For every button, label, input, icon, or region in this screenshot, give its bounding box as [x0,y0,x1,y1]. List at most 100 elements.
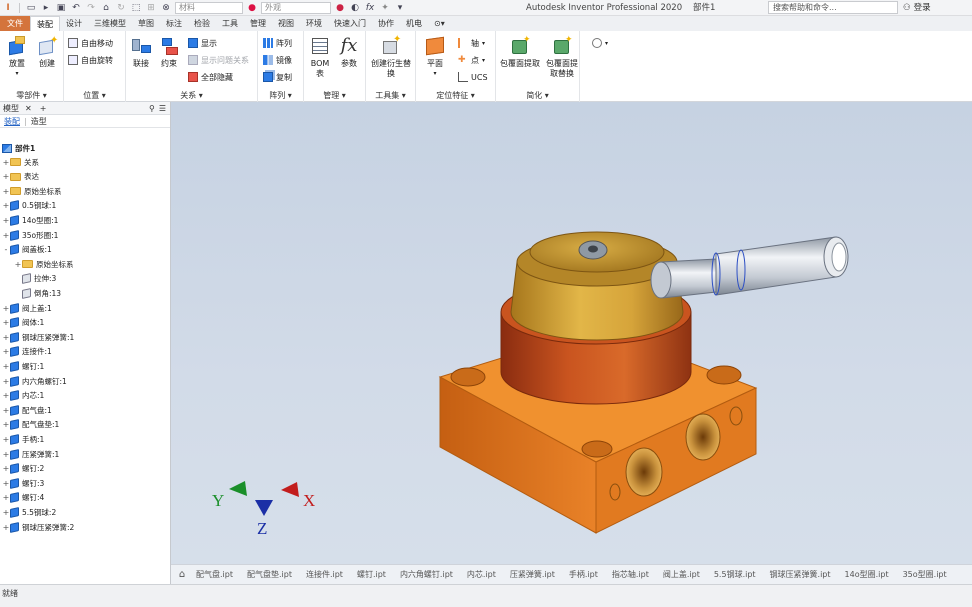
tab-3[interactable]: 三维模型 [88,16,132,31]
adjust-icon[interactable]: ◐ [349,2,361,14]
tree-item[interactable]: + 压紧弹簧:1 [2,447,59,461]
document-tab[interactable]: 5.5钢球.ipt [707,565,763,584]
expand-icon[interactable]: + [2,508,10,517]
point-button[interactable]: ✚ 点 ▾ [458,54,485,66]
tree-item[interactable]: + 螺钉:1 [2,359,44,373]
tree-item[interactable]: + 内六角螺钉:1 [2,374,67,388]
tree-item[interactable]: + 表达 [2,170,39,184]
expand-icon[interactable]: + [2,172,10,181]
expand-icon[interactable]: + [2,201,10,210]
measure-icon[interactable]: ⊞ [145,2,157,14]
tab-7[interactable]: 工具 [216,16,244,31]
expand-icon[interactable]: + [2,493,10,502]
expand-icon[interactable]: + [2,420,10,429]
extra-tool-button[interactable]: ▾ [592,37,608,49]
tree-item[interactable]: +5.5钢球:2 [2,505,56,519]
tab-overflow-icon[interactable]: ⊙▾ [428,16,451,31]
document-tab[interactable]: 螺钉.ipt [350,565,393,584]
tree-root[interactable]: 部件1 [2,141,35,155]
expand-icon[interactable]: + [2,450,10,459]
browser-close-icon[interactable]: ✕ [25,104,32,113]
tree-item[interactable]: + 阀上盖:1 [2,301,52,315]
document-tab[interactable]: 阀上盖.ipt [656,565,707,584]
new-file-icon[interactable]: ▭ [25,2,37,14]
tree-item[interactable]: + 螺钉:3 [2,476,44,490]
subtab-assembly[interactable]: 装配 [4,116,20,127]
tree-item[interactable]: +0.5钢球:1 [2,199,56,213]
document-tab[interactable]: 35o型圈.ipt [896,565,954,584]
document-tab[interactable]: 连接件.ipt [299,565,350,584]
tab-6[interactable]: 检验 [188,16,216,31]
expand-icon[interactable]: + [2,187,10,196]
expand-icon[interactable]: + [2,479,10,488]
tab-9[interactable]: 视图 [272,16,300,31]
ucs-button[interactable]: UCS [458,71,488,83]
open-file-icon[interactable]: ▸ [40,2,52,14]
expand-icon[interactable]: + [2,347,10,356]
parameters-button[interactable]: fx 参数 [336,35,362,69]
pattern-button[interactable]: 阵列 [263,37,292,49]
tree-item[interactable]: + 配气盘垫:1 [2,418,59,432]
tree-item[interactable]: + 钢球压紧弹簧:2 [2,520,74,534]
panel-work-features-label[interactable]: 定位特征 ▾ [416,90,495,101]
panel-position-label[interactable]: 位置 ▾ [64,90,125,101]
tree-item[interactable]: + 原始坐标系 [14,257,74,271]
tree-item[interactable]: +14o型圈:1 [2,213,58,227]
save-icon[interactable]: ▣ [55,2,67,14]
appearance-icon[interactable]: ● [246,2,258,14]
expand-icon[interactable]: + [2,231,10,240]
panel-relationships-label[interactable]: 关系 ▾ [126,90,257,101]
redo-icon[interactable]: ↷ [85,2,97,14]
copy-button[interactable]: 复制 [263,71,292,83]
tree-item[interactable]: + 内芯:1 [2,389,44,403]
tab-0[interactable]: 文件 [0,16,30,31]
ilogic-icon[interactable]: ✦ [379,2,391,14]
expand-icon[interactable]: + [2,158,10,167]
browser-menu-icon[interactable]: ☰ [159,104,166,113]
free-move-button[interactable]: 自由移动 [68,37,113,49]
document-tab[interactable]: 14o型圈.ipt [838,565,896,584]
material-combo[interactable]: 材料 [175,1,243,14]
select-icon[interactable]: ⬚ [130,2,142,14]
collapse-icon[interactable]: - [2,245,10,254]
help-search-input[interactable]: 搜索帮助和命令... [768,1,898,14]
document-tab[interactable]: 手柄.ipt [562,565,605,584]
subtab-modeling[interactable]: 造型 [31,116,47,127]
tree-item[interactable]: + 阀体:1 [2,316,44,330]
shrinkwrap-button[interactable]: ✦ 包覆面提取 [498,35,542,69]
pneumatic-valve-model[interactable] [438,231,849,534]
document-tab[interactable]: 配气盘.ipt [189,565,240,584]
expand-icon[interactable]: + [2,318,10,327]
document-tab[interactable]: 压紧弹簧.ipt [503,565,562,584]
plane-button[interactable]: 平面 ▾ [422,35,448,79]
appearance-combo[interactable]: 外观 [261,1,331,14]
fx-icon[interactable]: fx [364,2,376,14]
tab-13[interactable]: 机电 [400,16,428,31]
panel-productivity-label[interactable]: 工具集 ▾ [366,90,415,101]
graphics-viewport[interactable]: Y X Z [171,102,972,564]
bom-button[interactable]: BOM 表 [307,35,333,79]
update-icon[interactable]: ↻ [115,2,127,14]
tree-item[interactable]: + 螺钉:2 [2,462,44,476]
expand-icon[interactable]: + [14,260,22,269]
free-rotate-button[interactable]: 自由旋转 [68,54,113,66]
tab-11[interactable]: 快速入门 [328,16,372,31]
document-tab[interactable]: 内六角螺钉.ipt [393,565,460,584]
shrinkwrap-substitute-button[interactable]: ✦ 包覆面提取替换 [544,35,580,79]
browser-search-icon[interactable]: ⚲ [149,104,155,113]
undo-icon[interactable]: ↶ [70,2,82,14]
expand-icon[interactable]: + [2,406,10,415]
tree-item[interactable]: - 阀盖板:1 [2,243,52,257]
tree-item[interactable]: 拉伸:3 [14,272,56,286]
tab-1[interactable]: 装配 [30,16,60,31]
mirror-button[interactable]: 镜像 [263,54,292,66]
axis-button[interactable]: 轴 ▾ [458,37,485,49]
home-tab-icon[interactable]: ⌂ [175,569,189,580]
app-menu-icon[interactable]: I [2,2,14,14]
document-tab[interactable]: 指芯轴.ipt [605,565,656,584]
tree-item[interactable]: + 螺钉:4 [2,491,44,505]
expand-icon[interactable]: + [2,523,10,532]
tab-8[interactable]: 管理 [244,16,272,31]
panel-component-label[interactable]: 零部件 ▾ [0,90,63,101]
clear-appearance-icon[interactable]: ● [334,2,346,14]
